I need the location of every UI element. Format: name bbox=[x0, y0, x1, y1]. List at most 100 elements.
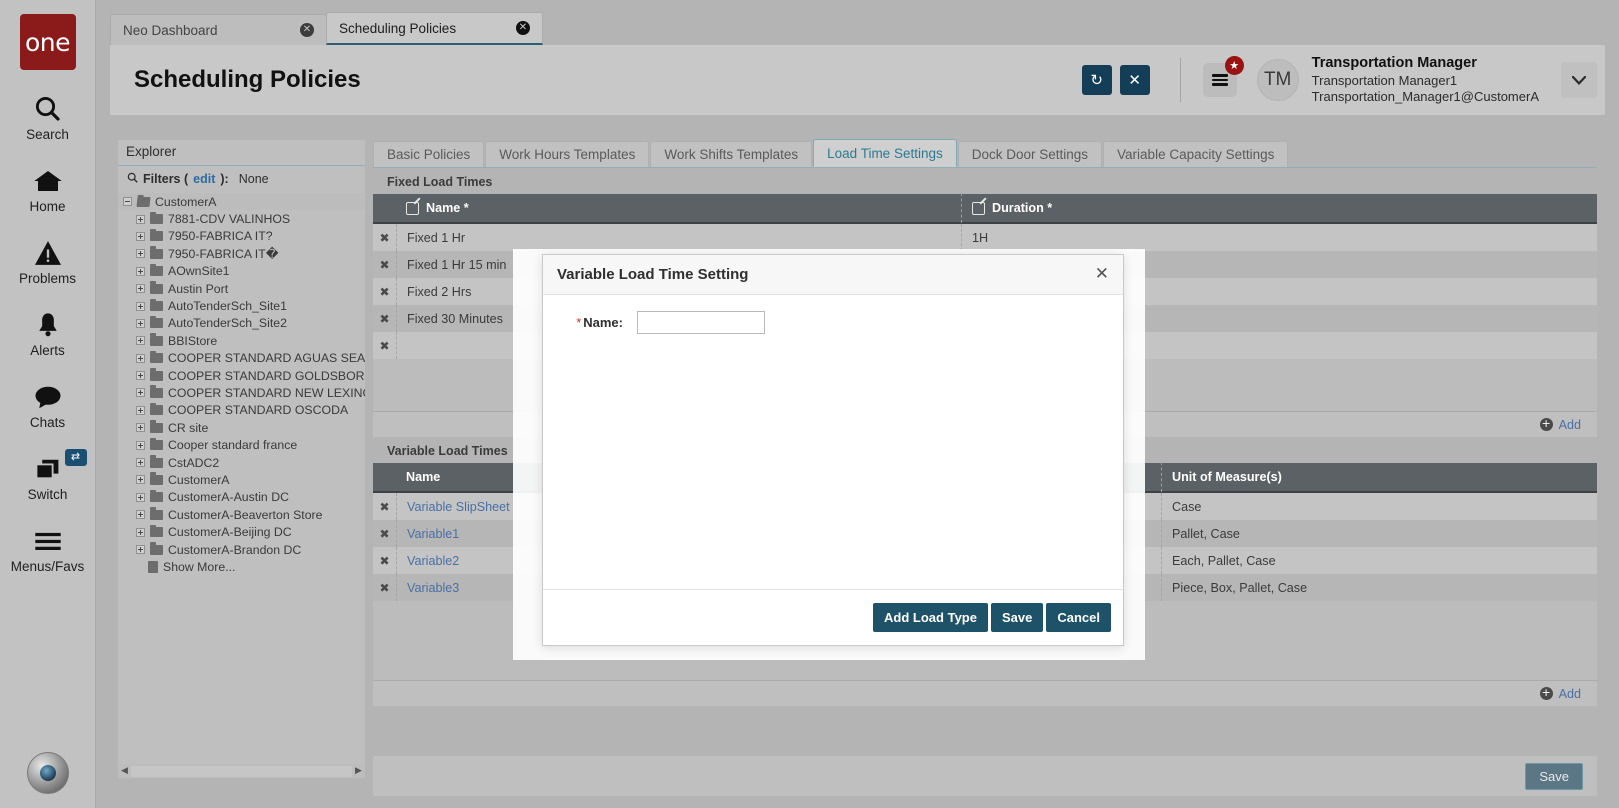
tree-node[interactable]: COOPER STANDARD AGUAS SEALING (S bbox=[118, 350, 365, 367]
tree-node-root[interactable]: CustomerA bbox=[118, 193, 365, 211]
close-page-button[interactable]: ✕ bbox=[1119, 65, 1150, 95]
collapse-icon[interactable] bbox=[123, 197, 132, 207]
tree-node[interactable]: Austin Port bbox=[118, 280, 365, 297]
rail-item-alerts[interactable]: Alerts bbox=[0, 308, 96, 358]
rail-user-avatar[interactable] bbox=[26, 752, 69, 794]
expand-icon[interactable] bbox=[136, 371, 145, 381]
chevron-down-icon[interactable] bbox=[1561, 62, 1597, 98]
column-header-uom[interactable]: Unit of Measure(s) bbox=[1161, 462, 1597, 492]
tree-node[interactable]: CustomerA-Beaverton Store bbox=[118, 506, 365, 523]
tree-node[interactable]: CustomerA-Beijing DC bbox=[118, 523, 365, 540]
expand-icon[interactable] bbox=[136, 475, 145, 485]
rail-item-problems[interactable]: Problems bbox=[0, 236, 96, 286]
table-row[interactable]: ✖ Fixed 1 Hr 1H bbox=[373, 224, 1597, 251]
delete-row-icon[interactable]: ✖ bbox=[373, 581, 396, 595]
variable-add-link[interactable]: Add bbox=[1559, 687, 1581, 701]
filters-edit-link[interactable]: edit bbox=[193, 172, 215, 186]
browser-tab-scheduling-policies[interactable]: Scheduling Policies ✕ bbox=[326, 12, 543, 45]
expand-icon[interactable] bbox=[136, 318, 145, 328]
delete-row-icon[interactable]: ✖ bbox=[373, 258, 396, 272]
delete-row-icon[interactable]: ✖ bbox=[373, 500, 396, 514]
tree-node[interactable]: 7950-FABRICA IT� bbox=[118, 245, 365, 262]
refresh-button[interactable]: ↻ bbox=[1081, 65, 1112, 95]
dialog-save-button[interactable]: Save bbox=[990, 603, 1044, 632]
tree-show-more[interactable]: Show More... bbox=[118, 558, 365, 575]
tree-node[interactable]: AOwnSite1 bbox=[118, 263, 365, 280]
expand-icon[interactable] bbox=[136, 214, 145, 224]
tree-node[interactable]: BBIStore bbox=[118, 332, 365, 349]
rail-item-home[interactable]: Home bbox=[0, 164, 96, 214]
close-icon[interactable]: ✕ bbox=[300, 23, 314, 37]
column-header-duration[interactable]: Duration * bbox=[961, 193, 1597, 223]
tree-node[interactable]: CustomerA bbox=[118, 471, 365, 488]
delete-row-icon[interactable]: ✖ bbox=[373, 285, 396, 299]
tree-node[interactable]: 7881-CDV VALINHOS bbox=[118, 210, 365, 227]
rail-item-search[interactable]: Search bbox=[0, 92, 96, 142]
expand-icon[interactable] bbox=[136, 405, 145, 415]
expand-icon[interactable] bbox=[136, 231, 145, 241]
explorer-filters[interactable]: Filters (edit): None bbox=[118, 166, 365, 192]
expand-icon[interactable] bbox=[136, 492, 145, 502]
brand-logo[interactable]: one bbox=[19, 14, 76, 70]
switch-badge-icon[interactable]: ⇄ bbox=[64, 449, 87, 466]
tab-basic-policies[interactable]: Basic Policies bbox=[373, 141, 485, 167]
delete-row-icon[interactable]: ✖ bbox=[373, 312, 396, 326]
expand-icon[interactable] bbox=[136, 510, 145, 520]
rail-item-menus-favs[interactable]: Menus/Favs bbox=[0, 524, 96, 574]
browser-tab-neo-dashboard[interactable]: Neo Dashboard ✕ bbox=[110, 14, 327, 45]
tab-load-time-settings[interactable]: Load Time Settings bbox=[813, 139, 957, 167]
expand-icon[interactable] bbox=[136, 440, 145, 450]
delete-row-icon[interactable]: ✖ bbox=[373, 339, 396, 353]
tab-dock-door-settings[interactable]: Dock Door Settings bbox=[957, 141, 1103, 167]
header-menu-button[interactable]: ★ bbox=[1202, 56, 1244, 97]
cell-name-link[interactable]: Variable3 bbox=[407, 581, 459, 595]
close-icon[interactable]: ✕ bbox=[1095, 266, 1109, 283]
tree-node[interactable]: CR site bbox=[118, 419, 365, 436]
expand-icon[interactable] bbox=[136, 458, 145, 468]
expand-icon[interactable] bbox=[136, 423, 145, 433]
add-icon[interactable]: + bbox=[1539, 687, 1553, 700]
save-button[interactable]: Save bbox=[1525, 762, 1583, 790]
dialog-cancel-button[interactable]: Cancel bbox=[1046, 603, 1111, 632]
tree-node[interactable]: AutoTenderSch_Site1 bbox=[118, 297, 365, 314]
expand-icon[interactable] bbox=[136, 249, 145, 259]
add-icon[interactable]: + bbox=[1539, 418, 1553, 431]
rail-item-chats[interactable]: Chats bbox=[0, 380, 96, 430]
delete-row-icon[interactable]: ✖ bbox=[373, 554, 396, 568]
expand-icon[interactable] bbox=[136, 545, 145, 554]
explorer-horizontal-scrollbar[interactable]: ◀ ▶ bbox=[118, 764, 365, 778]
add-load-type-button[interactable]: Add Load Type bbox=[873, 603, 988, 632]
delete-row-icon[interactable]: ✖ bbox=[373, 231, 396, 245]
tree-node[interactable]: CustomerA-Brandon DC bbox=[118, 541, 365, 558]
delete-row-icon[interactable]: ✖ bbox=[373, 527, 396, 541]
expand-icon[interactable] bbox=[136, 266, 145, 276]
expand-icon[interactable] bbox=[136, 284, 145, 294]
cell-name-link[interactable]: Variable SlipSheet bbox=[407, 500, 510, 514]
tab-work-hours-templates[interactable]: Work Hours Templates bbox=[485, 141, 650, 167]
close-icon[interactable]: ✕ bbox=[516, 21, 530, 35]
expand-icon[interactable] bbox=[136, 336, 145, 346]
tab-variable-capacity-settings[interactable]: Variable Capacity Settings bbox=[1103, 141, 1289, 167]
tree-node[interactable]: COOPER STANDARD NEW LEXINGTON bbox=[118, 384, 365, 401]
cell-name-link[interactable]: Variable1 bbox=[407, 527, 459, 541]
avatar[interactable]: TM bbox=[1256, 59, 1299, 101]
rail-item-switch[interactable]: ⇄ Switch bbox=[0, 449, 96, 502]
tree-node[interactable]: COOPER STANDARD GOLDSBORO bbox=[118, 367, 365, 384]
tree-node[interactable]: AutoTenderSch_Site2 bbox=[118, 315, 365, 332]
scroll-right-icon[interactable]: ▶ bbox=[352, 766, 365, 776]
tab-work-shifts-templates[interactable]: Work Shifts Templates bbox=[650, 141, 813, 167]
scrollbar-track[interactable] bbox=[131, 765, 352, 777]
tree-node[interactable]: CustomerA-Austin DC bbox=[118, 489, 365, 506]
tree-node[interactable]: CstADC2 bbox=[118, 454, 365, 471]
expand-icon[interactable] bbox=[136, 388, 145, 398]
name-input[interactable] bbox=[637, 311, 765, 334]
fixed-add-link[interactable]: Add bbox=[1559, 418, 1581, 432]
tree-node[interactable]: COOPER STANDARD OSCODA bbox=[118, 402, 365, 419]
expand-icon[interactable] bbox=[136, 527, 145, 537]
tree-node[interactable]: Cooper standard france bbox=[118, 436, 365, 453]
tree-node[interactable]: 7950-FABRICA IT? bbox=[118, 228, 365, 245]
expand-icon[interactable] bbox=[136, 301, 145, 311]
column-header-name[interactable]: Name * bbox=[396, 193, 961, 223]
scroll-left-icon[interactable]: ◀ bbox=[118, 766, 131, 776]
expand-icon[interactable] bbox=[136, 353, 145, 363]
